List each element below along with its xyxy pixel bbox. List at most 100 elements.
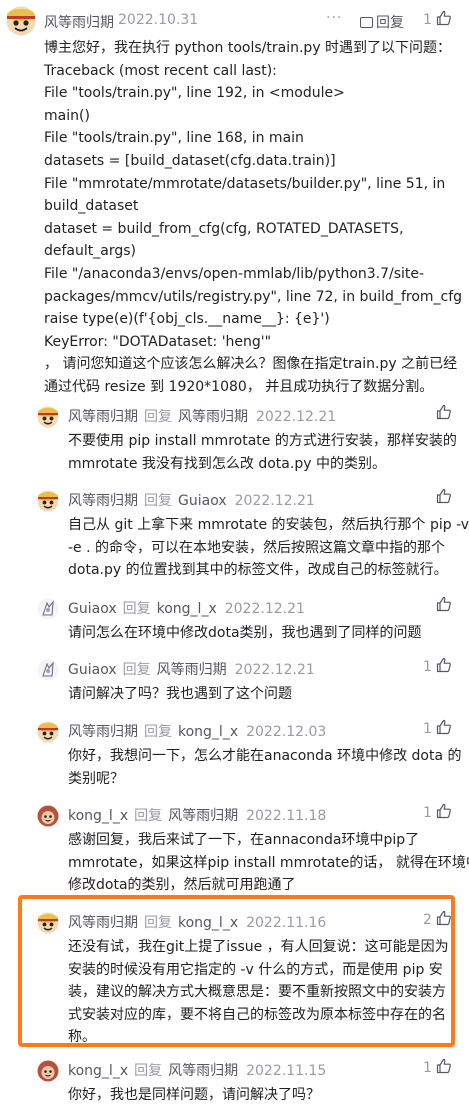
reply-word: 回复 bbox=[134, 1063, 163, 1079]
reply-meta: 风等雨归期 回复 kong_l_x 2022.12.03 bbox=[68, 721, 326, 741]
comment-line: dataset = build_from_cfg(cfg, ROTATED_DA… bbox=[44, 220, 404, 237]
reply-date: 2022.12.21 bbox=[256, 409, 337, 425]
reply-body: 请问解决了吗？我也遇到了这个问题 bbox=[68, 683, 460, 706]
reply-body: 你好，我想问一下，怎么才能在anaconda 环境中修改 dota 的类别呢？ bbox=[68, 745, 462, 790]
reply-bubble-icon bbox=[360, 17, 373, 28]
reply-meta: kong_l_x 回复 风等雨归期 2022.11.18 bbox=[68, 805, 326, 825]
like-count: 1 bbox=[423, 805, 432, 821]
comment-line: File "tools/train.py", line 168, in main bbox=[44, 130, 304, 147]
like-count: 1 bbox=[423, 659, 432, 675]
reply-line: 你好，我也是同样问题，请问解决了吗？ bbox=[68, 1087, 320, 1103]
reply-meta: 风等雨归期 回复 风等雨归期 2022.12.21 bbox=[68, 406, 336, 426]
reply-line: 修改dota的类别，然后就可用跑通了 bbox=[68, 877, 296, 893]
reply-body: 自己从 git 上拿下来 mmrotate 的安装包，然后执行那个 pip -v… bbox=[68, 514, 469, 582]
reply-label: 回复 bbox=[376, 15, 404, 31]
reply-line: 请问解决了吗？我也遇到了这个问题 bbox=[68, 686, 292, 702]
reply-author[interactable]: Guiaox bbox=[68, 601, 117, 617]
comment-line: Traceback (most recent call last): bbox=[44, 62, 277, 79]
reply-to[interactable]: Guiaox bbox=[178, 493, 227, 509]
reply-to[interactable]: 风等雨归期 bbox=[178, 409, 248, 425]
reply-meta: 风等雨归期 回复 Guiaox 2022.12.21 bbox=[68, 490, 315, 510]
reply-word: 回复 bbox=[144, 409, 172, 425]
author-name[interactable]: 风等雨归期 bbox=[44, 12, 114, 32]
comment-line: raise type(e)(f'{obj_cls.__name__}: {e}'… bbox=[44, 311, 330, 328]
reply-button[interactable]: 回复 bbox=[360, 12, 404, 32]
reply-line: -e . 的命令，可以在本地安装，然后按照这篇文章中指的那个 bbox=[68, 539, 446, 556]
thumbs-up-icon[interactable] bbox=[436, 596, 452, 612]
thumbs-up-icon[interactable] bbox=[436, 488, 452, 504]
thumbs-up-icon[interactable] bbox=[436, 1058, 452, 1074]
reply-word: 回复 bbox=[144, 493, 172, 509]
reply-meta: kong_l_x 回复 风等雨归期 2022.11.15 bbox=[68, 1060, 326, 1080]
reply-line: 不要使用 pip install mmrotate 的方式进行安装，那样安装的 bbox=[68, 433, 457, 449]
avatar[interactable] bbox=[37, 1060, 59, 1082]
comment-line: File "mmrotate/mmrotate/datasets/builder… bbox=[44, 175, 446, 192]
comment-line: 通过代码 resize 到 1920*1080， 并且成功执行了数据分割。 bbox=[44, 378, 434, 395]
comment-line: KeyError: "DOTADataset: 'heng'" bbox=[44, 333, 272, 350]
reply-date: 2022.12.21 bbox=[234, 493, 315, 509]
comment-date: 2022.10.31 bbox=[118, 12, 199, 28]
reply-date: 2022.12.21 bbox=[234, 662, 315, 678]
reply-date: 2022.12.03 bbox=[246, 724, 327, 740]
comment-line: main() bbox=[44, 107, 90, 124]
reply-author[interactable]: 风等雨归期 bbox=[68, 409, 138, 425]
comment-line: datasets = [build_dataset(cfg.data.train… bbox=[44, 152, 336, 169]
reply-author[interactable]: 风等雨归期 bbox=[68, 493, 138, 509]
reply-to[interactable]: kong_l_x bbox=[178, 724, 238, 740]
reply-to[interactable]: kong_l_x bbox=[157, 601, 217, 617]
thumbs-up-icon[interactable] bbox=[436, 803, 452, 819]
like-count: 1 bbox=[423, 1060, 432, 1076]
thumbs-up-icon[interactable] bbox=[436, 719, 452, 735]
reply-word: 回复 bbox=[122, 662, 151, 678]
avatar[interactable] bbox=[37, 598, 59, 620]
comment-line: packages/mmcv/utils/registry.py", line 7… bbox=[44, 288, 463, 305]
comment-line: 博主您好，我在执行 python tools/train.py 时遇到了以下问题… bbox=[44, 40, 452, 56]
reply-to[interactable]: 风等雨归期 bbox=[168, 808, 238, 824]
reply-date: 2022.11.15 bbox=[246, 1063, 327, 1079]
comment-line: default_args) bbox=[44, 243, 136, 260]
reply-word: 回复 bbox=[144, 724, 172, 740]
avatar[interactable] bbox=[37, 721, 59, 743]
reply-line: dota.py 的位置找到其中的标签文件，改成自己的标签就行。 bbox=[68, 562, 448, 578]
comment-line: ， 请问您知道这个应该怎么解决么？图像在指定train.py 之前已经 bbox=[44, 356, 458, 373]
thumbs-up-icon[interactable] bbox=[436, 657, 452, 673]
reply-body: 感谢回复，我后来试了一下，在annaconda环境中pip了 mmrotate，如… bbox=[68, 829, 469, 897]
like-count: 1 bbox=[423, 721, 432, 737]
more-icon[interactable]: ··· bbox=[326, 10, 342, 26]
comment-line: File "/anaconda3/envs/open-mmlab/lib/pyt… bbox=[44, 265, 425, 282]
highlight-box bbox=[18, 895, 455, 1047]
thumbs-up-icon[interactable] bbox=[436, 10, 452, 26]
thumbs-up-icon[interactable] bbox=[436, 404, 452, 420]
reply-line: 感谢回复，我后来试了一下，在annaconda环境中pip了 bbox=[68, 832, 420, 848]
reply-line: 你好，我想问一下，怎么才能在anaconda 环境中修改 dota 的 bbox=[68, 748, 462, 764]
reply-author[interactable]: kong_l_x bbox=[68, 1063, 128, 1079]
reply-line: 类别呢？ bbox=[68, 770, 124, 787]
reply-meta: Guiaox 回复 风等雨归期 2022.12.21 bbox=[68, 659, 315, 679]
reply-line: 自己从 git 上拿下来 mmrotate 的安装包，然后执行那个 pip -v bbox=[68, 517, 469, 533]
reply-body: 请问怎么在环境中修改dota类别，我也遇到了同样的问题 bbox=[68, 622, 460, 645]
comment-body: 博主您好，我在执行 python tools/train.py 时遇到了以下问题… bbox=[44, 37, 462, 399]
reply-line: 请问怎么在环境中修改dota类别，我也遇到了同样的问题 bbox=[68, 625, 422, 641]
avatar-luffy[interactable] bbox=[6, 6, 36, 36]
reply-author[interactable]: 风等雨归期 bbox=[68, 724, 138, 740]
like-count: 1 bbox=[423, 12, 432, 28]
reply-author[interactable]: Guiaox bbox=[68, 662, 117, 678]
avatar[interactable] bbox=[37, 490, 59, 512]
reply-line: mmrotate，如果这样pip install mmrotate的话， 就得在… bbox=[68, 854, 469, 871]
reply-meta: Guiaox 回复 kong_l_x 2022.12.21 bbox=[68, 598, 305, 618]
reply-body: 你好，我也是同样问题，请问解决了吗？ bbox=[68, 1084, 460, 1107]
reply-word: 回复 bbox=[122, 601, 151, 617]
comment-line: build_dataset bbox=[44, 198, 139, 215]
comment-line: File "tools/train.py", line 192, in <mod… bbox=[44, 85, 345, 102]
reply-to[interactable]: 风等雨归期 bbox=[157, 662, 227, 678]
avatar[interactable] bbox=[37, 805, 59, 827]
reply-author[interactable]: kong_l_x bbox=[68, 808, 128, 824]
reply-body: 不要使用 pip install mmrotate 的方式进行安装，那样安装的 m… bbox=[68, 430, 460, 475]
reply-line: mmrotate 我没有找到怎么改 dota.py 中的类别。 bbox=[68, 455, 386, 472]
avatar[interactable] bbox=[37, 406, 59, 428]
reply-date: 2022.12.21 bbox=[224, 601, 305, 617]
reply-date: 2022.11.18 bbox=[246, 808, 327, 824]
avatar[interactable] bbox=[37, 659, 59, 681]
reply-to[interactable]: 风等雨归期 bbox=[168, 1063, 238, 1079]
reply-word: 回复 bbox=[134, 808, 163, 824]
